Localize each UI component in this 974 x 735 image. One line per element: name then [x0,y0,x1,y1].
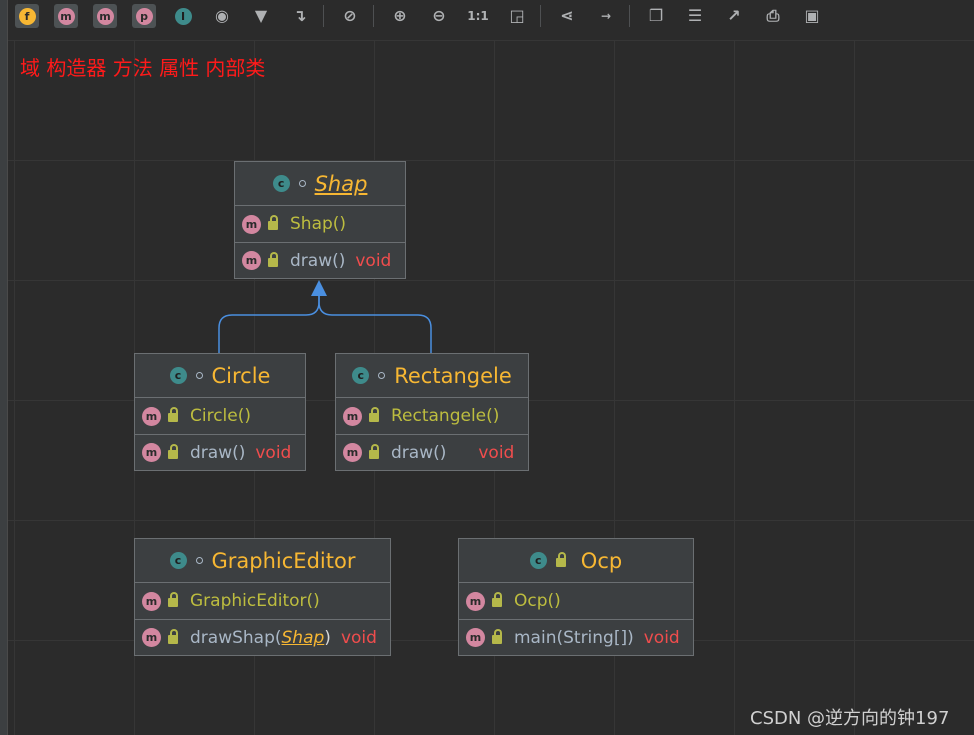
package-visibility-icon [195,372,203,379]
member-name: main(String[]) [514,627,634,648]
public-lock-icon [369,443,379,459]
class-node-ocp[interactable]: c Ocp m Ocp() m main(String[]) void [458,538,694,656]
class-icon: c [169,552,187,569]
static-method-icon: m [466,628,485,647]
public-lock-icon [268,215,278,230]
member-row[interactable]: m main(String[]) void [459,619,693,655]
public-lock-icon [168,407,178,422]
class-icon: c [352,367,370,384]
member-name: drawShap( [190,627,282,648]
method-icon: m [142,628,161,647]
inheritance-arrowhead [311,280,327,296]
member-name: Rectangele() [391,406,500,426]
return-type: void [355,250,392,271]
member-row[interactable]: m Ocp() [459,583,693,619]
member-name: draw() [391,442,447,463]
runnable-class-icon: c [529,552,547,569]
class-header: c Shap [235,162,405,206]
return-type: void [340,627,377,648]
class-header: c Ocp [459,539,693,583]
class-name: Ocp [580,548,623,573]
class-name: Circle [211,363,271,388]
class-node-graphiceditor[interactable]: c GraphicEditor m GraphicEditor() m draw… [134,538,391,656]
return-type: void [478,442,515,463]
member-name: draw() [190,442,246,463]
member-name: draw() [290,250,346,271]
member-name: Circle() [190,406,252,426]
public-lock-icon [492,592,502,607]
public-lock-icon [168,443,178,459]
member-row[interactable]: m Rectangele() [336,398,528,434]
member-row[interactable]: m draw() void [336,434,528,470]
member-row[interactable]: m Shap() [235,206,405,242]
class-node-circle[interactable]: c Circle m Circle() m draw() void [134,353,306,471]
public-lock-icon [555,551,566,567]
member-row[interactable]: m draw() void [235,242,405,278]
package-visibility-icon [378,372,386,379]
return-type: void [643,627,680,648]
return-type: void [255,442,292,463]
param-type: Shap [281,627,325,648]
public-lock-icon [168,592,178,607]
member-name: Shap() [290,214,347,234]
public-lock-icon [492,628,502,644]
class-header: c Rectangele [336,354,528,398]
edge-rectangele-to-shap[interactable] [318,296,432,354]
class-name: Rectangele [394,363,512,388]
class-node-rectangele[interactable]: c Rectangele m Rectangele() m draw() voi… [335,353,529,471]
public-lock-icon [268,251,278,267]
class-name: GraphicEditor [211,548,356,573]
class-node-shap[interactable]: c Shap m Shap() m draw() void [234,161,406,279]
abstract-method-icon: m [242,251,261,270]
method-icon: m [343,406,362,426]
method-icon: m [466,591,485,611]
member-name: Ocp() [514,591,561,611]
method-icon: m [142,406,161,426]
member-row[interactable]: m draw() void [135,434,305,470]
class-name: Shap [314,171,368,196]
close-paren: ) [324,627,331,648]
class-header: c GraphicEditor [135,539,390,583]
public-lock-icon [168,628,178,644]
public-lock-icon [369,407,379,422]
method-icon: m [343,443,362,462]
watermark: CSDN @逆方向的钟197 [750,708,950,729]
method-icon: m [242,214,261,234]
method-icon: m [142,591,161,611]
member-name: GraphicEditor() [190,591,320,611]
class-header: c Circle [135,354,305,398]
class-icon: c [169,367,187,384]
member-row[interactable]: m GraphicEditor() [135,583,390,619]
package-visibility-icon [298,180,306,187]
edge-circle-to-shap[interactable] [218,296,320,354]
abstract-class-icon: c [272,175,290,192]
method-icon: m [142,443,161,462]
package-visibility-icon [195,557,203,564]
member-row[interactable]: m drawShap(Shap) void [135,619,390,655]
member-row[interactable]: m Circle() [135,398,305,434]
